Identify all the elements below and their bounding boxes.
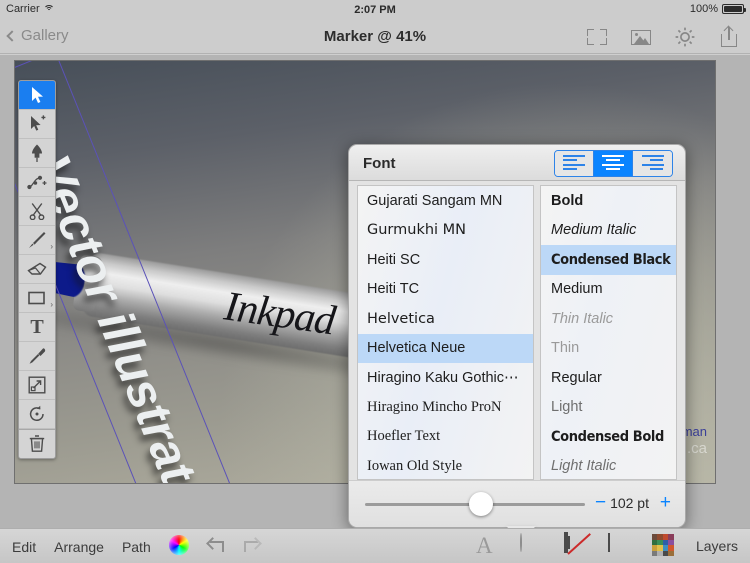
navigation-bar: Gallery Marker @ 41% [0,20,750,54]
font-style-item[interactable]: Condensed Bold [541,422,676,452]
font-size-slider[interactable] [365,492,585,516]
path-menu-button[interactable]: Path [122,539,151,555]
font-family-item[interactable]: Gujarati Sangam MN [358,186,533,216]
font-style-item[interactable]: Thin Italic [541,304,676,334]
font-family-item[interactable]: Hiragino Mincho ProN [358,393,533,423]
font-popover-title: Font [363,155,396,172]
font-style-list[interactable]: Bold Medium Italic Condensed Black Mediu… [540,185,677,480]
font-family-item[interactable]: Heiti TC [358,275,533,305]
gear-icon[interactable] [672,24,698,50]
fill-color-icon[interactable] [519,533,544,558]
direct-select-tool[interactable] [19,110,55,139]
delete-tool[interactable] [19,429,55,458]
battery-icon [722,4,746,14]
font-family-item-selected[interactable]: Helvetica Neue [358,333,533,363]
decrease-font-size-button[interactable]: − [595,493,606,513]
font-family-item[interactable]: Hoefler Text [358,422,533,452]
text-style-icon[interactable]: A [476,534,500,558]
font-family-item[interactable]: Iowan Old Style [358,452,533,480]
font-style-item[interactable]: Thin [541,334,676,364]
image-icon[interactable] [628,24,654,50]
shape-tool[interactable]: › [19,284,55,313]
font-family-item[interactable]: Helvetica [358,304,533,334]
align-left-button[interactable] [555,151,594,176]
bottom-toolbar: Edit Arrange Path A Layers [0,528,750,563]
eraser-tool[interactable] [19,255,55,284]
text-tool[interactable]: T [19,313,55,342]
tool-palette: › › T [18,80,56,459]
battery-percent-label: 100% [689,3,718,15]
font-size-slider-knob[interactable] [469,492,493,516]
font-popover-header: Font [349,145,685,181]
font-style-item[interactable]: Light [541,393,676,423]
font-size-controls: − 102 pt + [349,480,685,527]
status-time: 2:07 PM [354,4,396,16]
stroke-color-icon[interactable] [563,532,588,558]
undo-icon[interactable] [207,538,225,554]
scissors-tool[interactable] [19,197,55,226]
font-style-item[interactable]: Medium [541,275,676,305]
color-wheel-icon[interactable] [168,535,189,555]
ipad-inkpad-app: Carrier 2:07 PM 100% Gallery Marker @ 41… [0,0,750,563]
redo-icon[interactable] [243,538,261,554]
arrange-menu-button[interactable]: Arrange [54,539,104,555]
font-style-item[interactable]: Regular [541,363,676,393]
font-popover: Font Gujarati Sangam MN Gurmukhi MN Heit… [348,144,686,528]
fullscreen-icon[interactable] [584,24,610,50]
font-family-item[interactable]: Gurmukhi MN [358,216,533,246]
font-popover-body: Gujarati Sangam MN Gurmukhi MN Heiti SC … [357,185,677,480]
font-family-item[interactable]: Heiti SC [358,245,533,275]
font-family-list[interactable]: Gujarati Sangam MN Gurmukhi MN Heiti SC … [357,185,534,480]
text-alignment-group [554,150,673,177]
nav-icon-group [584,24,742,50]
font-style-item[interactable]: Light Italic [541,452,676,480]
font-size-value: 102 pt [610,495,649,511]
layers-button[interactable]: Layers [696,538,738,554]
rotate-tool[interactable] [19,400,55,429]
eyedropper-tool[interactable] [19,342,55,371]
status-bar: Carrier 2:07 PM 100% [0,0,750,20]
brush-tool[interactable]: › [19,226,55,255]
edit-menu-button[interactable]: Edit [12,539,36,555]
swatches-icon[interactable] [651,534,676,558]
blank-swatch-icon[interactable] [607,533,632,558]
increase-font-size-button[interactable]: + [660,493,671,513]
chevron-right-icon: › [50,242,53,251]
align-center-button[interactable] [594,151,633,176]
share-icon[interactable] [716,24,742,50]
status-battery: 100% [689,3,746,15]
pen-tool[interactable] [19,139,55,168]
align-right-button[interactable] [633,151,672,176]
chevron-right-icon-2: › [50,300,53,309]
font-family-item[interactable]: Hiragino Kaku Gothic⋯ [358,363,533,393]
font-style-item-selected[interactable]: Condensed Black [541,245,676,275]
scale-tool[interactable] [19,371,55,400]
font-style-item[interactable]: Bold [541,186,676,216]
bottom-toolbar-left: Edit Arrange Path [12,535,261,555]
font-style-item[interactable]: Medium Italic [541,216,676,246]
node-tool[interactable] [19,168,55,197]
select-tool[interactable] [19,81,55,110]
bottom-toolbar-right: A Layers [476,532,738,558]
